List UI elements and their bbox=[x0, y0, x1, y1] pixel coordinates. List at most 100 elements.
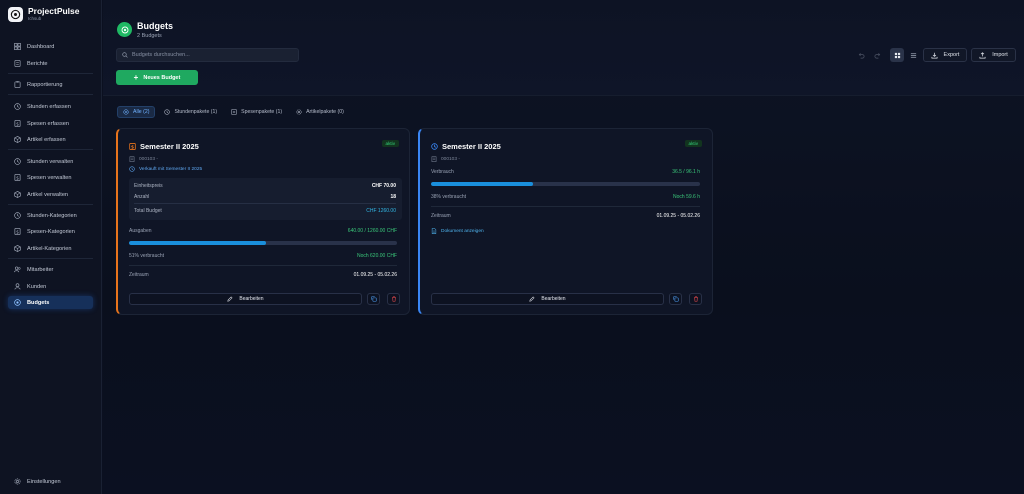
sidebar-divider bbox=[8, 258, 93, 259]
sidebar-item-einstellungen[interactable]: Einstellungen bbox=[8, 475, 93, 488]
users-icon bbox=[14, 266, 21, 273]
sidebar-item-label: Kunden bbox=[27, 283, 47, 290]
grid-view-button[interactable] bbox=[890, 48, 904, 62]
progress-fill bbox=[431, 182, 534, 186]
usage-row: 38% verbraucht Noch 59.6 h bbox=[431, 194, 700, 200]
sidebar-item-berichte[interactable]: Berichte bbox=[8, 57, 93, 70]
clock-icon bbox=[129, 166, 135, 172]
copy-icon bbox=[672, 296, 679, 302]
card-title: $ Semester II 2025 bbox=[129, 142, 199, 151]
sidebar-item-artikel-verwalten[interactable]: Artikel verwalten bbox=[8, 188, 93, 201]
tab-label: Stundenpakete (1) bbox=[174, 109, 218, 115]
export-label: Export bbox=[943, 52, 960, 58]
sold-info: Verkauft mit Semester II 2025 bbox=[129, 166, 202, 172]
tab-label: Spesenpakete (1) bbox=[241, 109, 283, 115]
budget-icon bbox=[117, 22, 132, 37]
edit-button[interactable]: Bearbeiten bbox=[129, 293, 362, 305]
sidebar-item-spesen-erfassen[interactable]: $ Spesen erfassen bbox=[8, 117, 93, 130]
app-name: ProjectPulse bbox=[28, 6, 80, 16]
tab-artikelpakete[interactable]: Artikelpakete (0) bbox=[291, 106, 349, 118]
pencil-icon bbox=[529, 296, 535, 302]
sidebar-divider bbox=[8, 73, 93, 74]
sidebar-item-label: Spesen-Kategorien bbox=[27, 228, 75, 235]
svg-text:$: $ bbox=[16, 175, 19, 181]
list-view-button[interactable] bbox=[906, 48, 920, 62]
sidebar-item-kunden[interactable]: Kunden bbox=[8, 280, 93, 293]
sidebar-item-spesen-kategorien[interactable]: $ Spesen-Kategorien bbox=[8, 225, 93, 238]
sidebar-item-dashboard[interactable]: Dashboard bbox=[8, 40, 93, 53]
receipt-icon: $ bbox=[14, 120, 21, 127]
receipt-icon: $ bbox=[14, 228, 21, 235]
budget-icon bbox=[123, 109, 129, 115]
duplicate-button[interactable] bbox=[367, 293, 380, 305]
upload-icon bbox=[979, 51, 986, 58]
delete-button[interactable] bbox=[387, 293, 400, 305]
divider bbox=[431, 206, 700, 207]
sidebar-item-rapportierung[interactable]: Rapportierung bbox=[8, 78, 93, 91]
main-content: Budgets 2 Budgets + Neues Budget Export … bbox=[103, 0, 1024, 494]
import-button[interactable]: Import bbox=[971, 48, 1016, 62]
clipboard-icon bbox=[14, 81, 21, 88]
page-subtitle: 2 Budgets bbox=[137, 33, 162, 39]
receipt-icon: $ bbox=[129, 143, 136, 150]
budget-card[interactable]: Semester II 2025 aktiv 000103 - Verbrauc… bbox=[418, 128, 713, 315]
trash-icon bbox=[693, 296, 698, 302]
app-subtitle: Ichsub bbox=[28, 16, 42, 21]
sidebar-item-artikel-kategorien[interactable]: Artikel-Kategorien bbox=[8, 242, 93, 255]
usage-label-row: Verbrauch 36.5 / 96.1 h bbox=[431, 169, 700, 175]
sidebar-divider bbox=[8, 204, 93, 205]
sidebar-item-stunden-kategorien[interactable]: Stunden-Kategorien bbox=[8, 209, 93, 222]
receipt-icon bbox=[231, 109, 237, 115]
page-title: Budgets bbox=[137, 21, 173, 31]
status-badge: aktiv bbox=[684, 140, 702, 147]
card-title: Semester II 2025 bbox=[431, 142, 501, 151]
sidebar-item-label: Berichte bbox=[27, 60, 48, 67]
budget-number: 000103 - bbox=[431, 156, 460, 162]
period-row: Zeitraum 01.09.25 - 05.02.26 bbox=[431, 213, 700, 219]
usage-row: 51% verbraucht Noch 620.00 CHF bbox=[129, 253, 397, 259]
edit-button[interactable]: Bearbeiten bbox=[431, 293, 664, 305]
redo-button[interactable] bbox=[870, 48, 884, 62]
search-input[interactable] bbox=[132, 52, 292, 58]
document-icon bbox=[431, 228, 437, 234]
report-icon bbox=[14, 60, 21, 67]
redo-icon bbox=[874, 52, 880, 58]
tab-spesenpakete[interactable]: Spesenpakete (1) bbox=[226, 106, 287, 118]
tab-label: Artikelpakete (0) bbox=[306, 109, 344, 115]
tab-label: Alle (2) bbox=[133, 109, 150, 115]
budget-icon bbox=[14, 299, 21, 306]
clock-icon bbox=[164, 109, 171, 115]
search-box[interactable] bbox=[116, 48, 299, 62]
period-row: Zeitraum 01.09.25 - 05.02.26 bbox=[129, 272, 397, 278]
spent-row: Ausgaben 640.00 / 1260.00 CHF bbox=[129, 228, 397, 234]
tab-alle[interactable]: Alle (2) bbox=[117, 106, 156, 118]
sidebar-item-label: Einstellungen bbox=[27, 478, 61, 485]
grid-icon bbox=[14, 43, 21, 50]
sidebar-item-stunden-erfassen[interactable]: Stunden erfassen bbox=[8, 100, 93, 113]
budget-card[interactable]: $ Semester II 2025 aktiv 000103 - Verkau… bbox=[116, 128, 410, 315]
sidebar-item-artikel-erfassen[interactable]: Artikel erfassen bbox=[8, 133, 93, 146]
unit-price-row: Einheitspreis CHF 70.00 bbox=[134, 183, 396, 189]
sidebar-item-mitarbeiter[interactable]: Mitarbeiter bbox=[8, 263, 93, 276]
box-icon bbox=[14, 245, 21, 252]
delete-button[interactable] bbox=[689, 293, 702, 305]
document-link[interactable]: Dokument anzeigen bbox=[431, 228, 484, 234]
brand[interactable]: ProjectPulse Ichsub bbox=[8, 7, 80, 22]
new-budget-button[interactable]: + Neues Budget bbox=[116, 70, 198, 85]
sidebar-item-label: Artikel erfassen bbox=[27, 136, 66, 143]
sidebar-item-spesen-verwalten[interactable]: $ Spesen verwalten bbox=[8, 171, 93, 184]
sidebar-item-stunden-verwalten[interactable]: Stunden verwalten bbox=[8, 155, 93, 168]
sidebar-item-budgets[interactable]: Budgets bbox=[8, 296, 93, 309]
undo-button[interactable] bbox=[854, 48, 868, 62]
quantity-row: Anzahl 18 bbox=[134, 194, 396, 200]
sidebar-item-label: Rapportierung bbox=[27, 81, 63, 88]
new-budget-label: Neues Budget bbox=[143, 74, 181, 81]
box-icon bbox=[14, 191, 21, 198]
divider bbox=[129, 265, 397, 266]
download-icon bbox=[931, 52, 938, 58]
export-button[interactable]: Export bbox=[923, 48, 967, 62]
duplicate-button[interactable] bbox=[669, 293, 682, 305]
sidebar-divider bbox=[8, 94, 93, 95]
clock-icon bbox=[14, 103, 21, 110]
tab-stundenpakete[interactable]: Stundenpakete (1) bbox=[159, 106, 222, 118]
